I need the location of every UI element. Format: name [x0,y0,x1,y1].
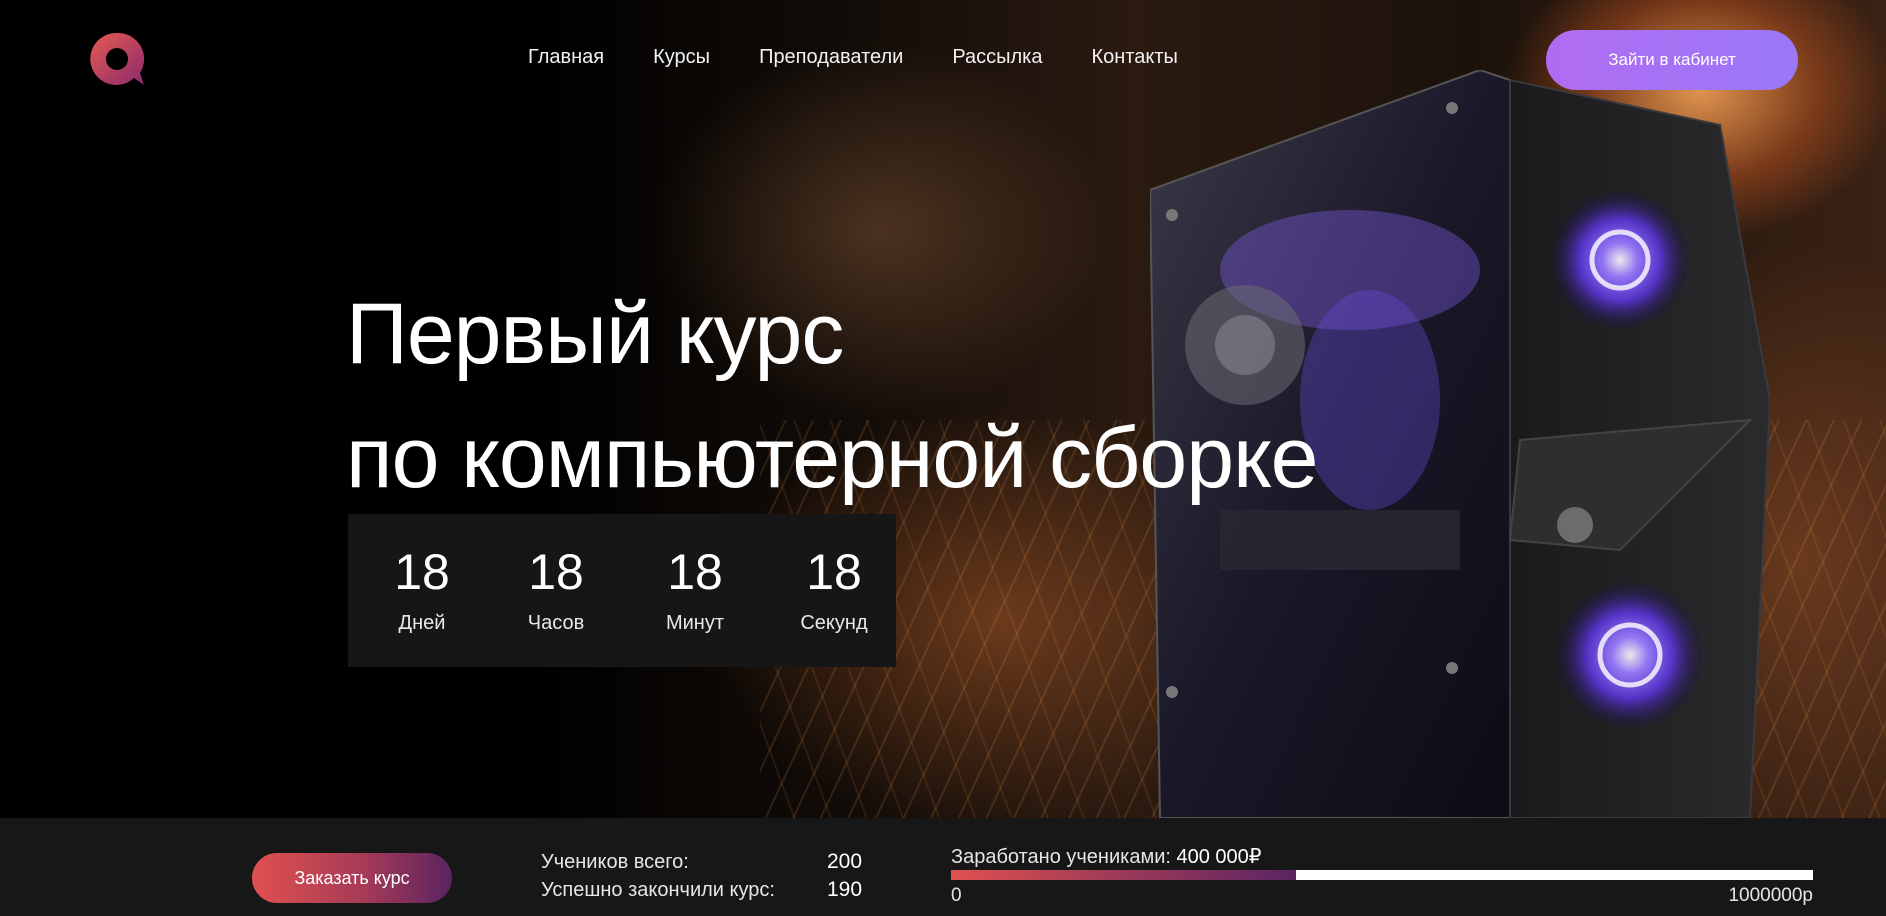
countdown-seconds-label: Секунд [800,612,868,634]
countdown-seconds-value: 18 [806,544,862,600]
countdown-days-label: Дней [398,612,446,634]
nav-link-courses[interactable]: Курсы [653,46,710,69]
students-total-value: 200 [827,850,863,873]
countdown-hours-value: 18 [528,544,584,600]
site-logo[interactable] [88,31,146,87]
nav-link-newsletter[interactable]: Рассылка [952,46,1042,69]
main-nav: Главная Курсы Преподаватели Рассылка Кон… [528,46,1178,69]
countdown-timer: 18 Дней 18 Часов 18 Минут 18 Секунд [348,514,896,667]
progress-max-label: 1000000р [1728,885,1813,906]
students-total-label: Учеников всего: [541,851,689,873]
countdown-minutes-value: 18 [667,544,723,600]
landing-page: Главная Курсы Преподаватели Рассылка Кон… [0,0,1886,916]
countdown-hours-label: Часов [527,612,585,634]
finished-course-value: 190 [827,878,863,901]
earned-value: 400 000₽ [1176,846,1262,868]
stats-bar: Заказать курс Учеников всего: 200 Успешн… [0,818,1886,916]
earnings-progress-bar [951,870,1813,880]
earnings-progress-fill [951,870,1296,880]
countdown-days-value: 18 [394,544,450,600]
nav-link-home[interactable]: Главная [528,46,604,69]
earned-label-text: Заработано учениками: [951,846,1171,868]
finished-course-label: Успешно закончили курс: [541,879,775,901]
hero-title: Первый курс по компьютерной сборке [346,272,1318,520]
hero-title-line-1: Первый курс [346,286,844,382]
progress-min-label: 0 [951,885,962,906]
nav-link-contacts[interactable]: Контакты [1091,46,1177,69]
hero-title-line-2: по компьютерной сборке [346,410,1318,506]
countdown-minutes-label: Минут [665,612,725,634]
earned-label: Заработано учениками: 400 000₽ [951,844,1262,869]
login-cabinet-button[interactable]: Зайти в кабинет [1546,30,1798,90]
nav-link-teachers[interactable]: Преподаватели [759,46,903,69]
order-course-button[interactable]: Заказать курс [252,853,452,903]
